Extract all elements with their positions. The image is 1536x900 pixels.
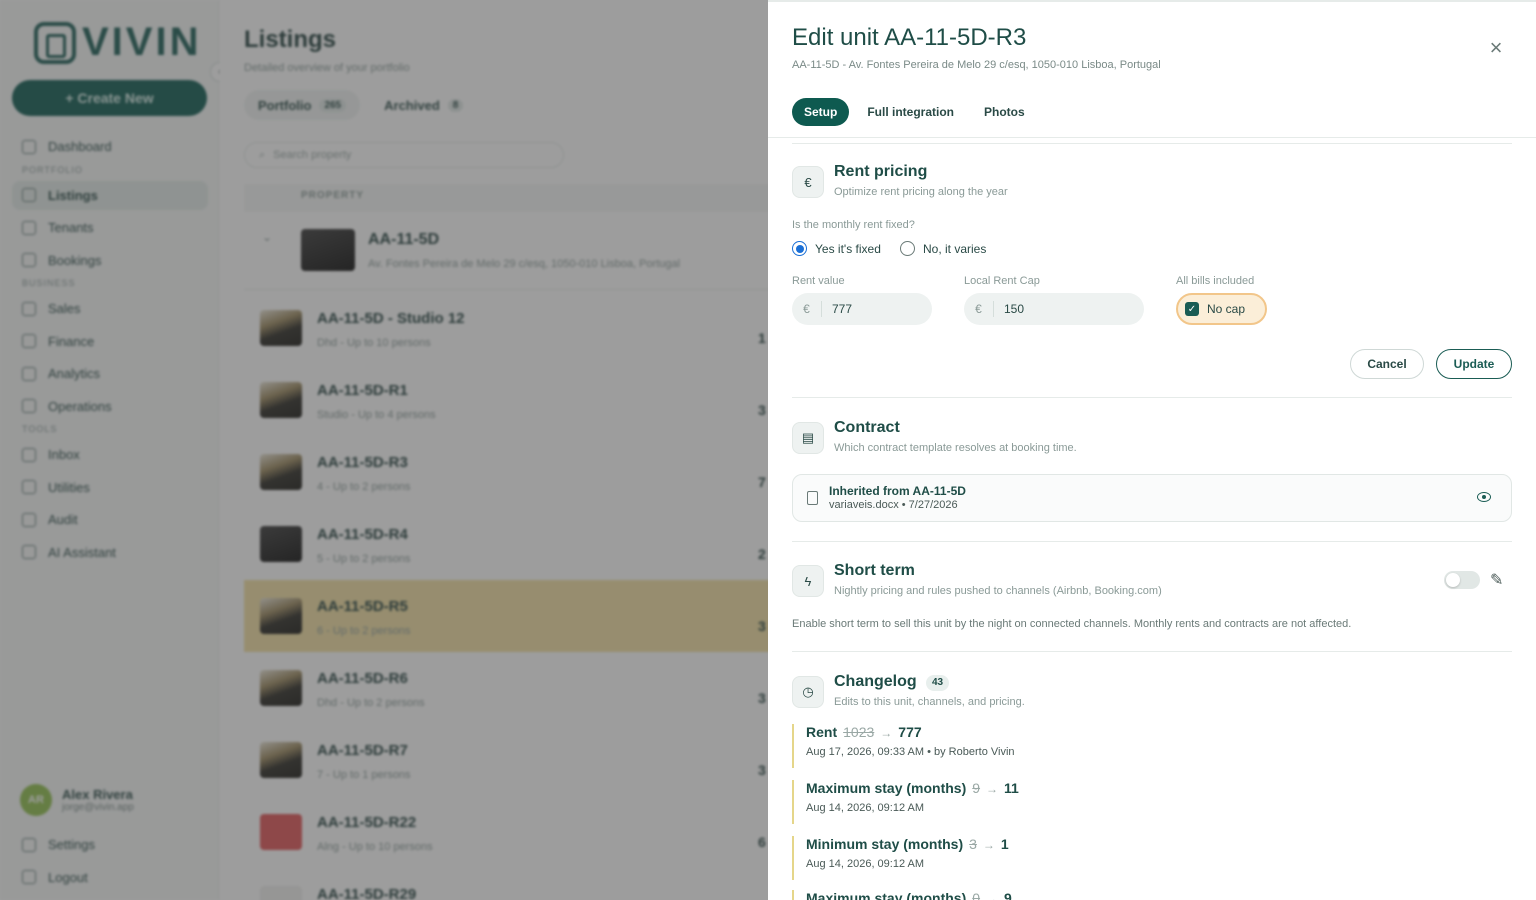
edit-unit-panel: Edit unit AA-11-5D-R3 AA-11-5D - Av. Fon… bbox=[768, 0, 1536, 900]
log-meta: Aug 17, 2026, 09:33 AM • by Roberto Vivi… bbox=[806, 746, 1015, 758]
panel-title: Edit unit AA-11-5D-R3 bbox=[792, 24, 1027, 51]
changelog-count-badge: 43 bbox=[926, 675, 950, 691]
changelog-entry: Minimum stay (months) 3 → 1 Aug 14, 2026, 0… bbox=[792, 836, 1512, 880]
lightning-icon: ϟ bbox=[792, 565, 824, 597]
log-old-value: 3 bbox=[969, 836, 977, 852]
log-new-value: 11 bbox=[1004, 780, 1019, 796]
contract-inherited: Inherited from AA-11-5D bbox=[829, 484, 966, 498]
log-new-value: 777 bbox=[898, 724, 922, 740]
log-new-value: 1 bbox=[1000, 836, 1009, 852]
rent-pricing-title: Rent pricing bbox=[834, 163, 928, 180]
changelog-title: Changelog bbox=[834, 673, 917, 690]
log-meta: Aug 14, 2026, 09:12 AM bbox=[806, 802, 925, 814]
log-field: Rent bbox=[806, 724, 838, 740]
log-field: Minimum stay (months) bbox=[806, 836, 964, 852]
short-term-toggle[interactable] bbox=[1444, 571, 1480, 589]
rent-pricing-subtitle: Optimize rent pricing along the year bbox=[834, 186, 1008, 198]
contract-title: Contract bbox=[834, 419, 900, 436]
bills-included-label: All bills included bbox=[1176, 275, 1255, 287]
log-field: Maximum stay (months) bbox=[806, 890, 967, 900]
eye-icon[interactable] bbox=[1477, 492, 1491, 502]
rent-cap-label: Local Rent Cap bbox=[964, 275, 1040, 287]
file-icon bbox=[807, 491, 818, 505]
panel-tabs: Setup Full integration Photos bbox=[792, 98, 1037, 126]
rent-cap-value: 150 bbox=[1004, 302, 1025, 316]
changelog-entry: Rent 1023 → 777 Aug 17, 2026, 09:33 AM • by… bbox=[792, 724, 1512, 768]
log-new-value: 9 bbox=[1004, 890, 1012, 900]
log-old-value: 9 bbox=[972, 780, 981, 796]
no-cap-label: No cap bbox=[1207, 302, 1246, 316]
arrow-right-icon: → bbox=[880, 726, 893, 740]
arrow-right-icon: → bbox=[986, 892, 999, 900]
arrow-right-icon: → bbox=[986, 782, 999, 796]
panel-subtitle: AA-11-5D - Av. Fontes Pereira de Melo 29… bbox=[792, 59, 1161, 71]
divider bbox=[792, 143, 1512, 144]
radio-varies[interactable]: No, it varies bbox=[900, 241, 986, 256]
currency-prefix: € bbox=[792, 301, 822, 317]
changelog-subtitle: Edits to this unit, channels, and pricin… bbox=[834, 696, 1025, 708]
rent-value: 777 bbox=[832, 302, 853, 316]
tab-setup[interactable]: Setup bbox=[792, 98, 850, 126]
rent-value-label: Rent value bbox=[792, 275, 845, 287]
divider bbox=[792, 397, 1512, 398]
changelog-entry: Maximum stay (months) 9 → 11 Aug 14, 2026, … bbox=[792, 780, 1512, 824]
contract-template-card: Inherited from AA-11-5D variaveis.docx •… bbox=[792, 474, 1512, 522]
log-old-value: 0 bbox=[972, 890, 981, 900]
radio-fixed[interactable]: Yes it's fixed bbox=[792, 241, 881, 256]
document-icon: ▤ bbox=[792, 422, 824, 454]
pencil-icon[interactable]: ✎ bbox=[1490, 570, 1503, 590]
changelog-entry: Maximum stay (months) 0 → 9 bbox=[792, 890, 1512, 900]
clock-icon: ◷ bbox=[792, 676, 824, 708]
tab-photos[interactable]: Photos bbox=[972, 98, 1037, 126]
cancel-button[interactable]: Cancel bbox=[1350, 349, 1424, 379]
radio-varies-label: No, it varies bbox=[923, 241, 987, 256]
log-old-value: 1023 bbox=[843, 724, 875, 740]
radio-selected-icon bbox=[792, 241, 807, 256]
euro-icon: € bbox=[792, 166, 824, 198]
rent-cap-input[interactable]: €150 bbox=[964, 293, 1144, 325]
radio-empty-icon bbox=[900, 241, 915, 256]
contract-subtitle: Which contract template resolves at book… bbox=[834, 442, 1077, 454]
currency-prefix: € bbox=[964, 301, 994, 317]
divider bbox=[792, 651, 1512, 652]
close-icon[interactable]: × bbox=[1486, 37, 1506, 59]
checkmark-icon: ✓ bbox=[1185, 302, 1199, 316]
radio-fixed-label: Yes it's fixed bbox=[815, 241, 881, 256]
fixed-rent-question: Is the monthly rent fixed? bbox=[792, 219, 915, 231]
log-field: Maximum stay (months) bbox=[806, 780, 967, 796]
contract-file: variaveis.docx • 7/27/2026 bbox=[829, 499, 958, 511]
tab-full-integration[interactable]: Full integration bbox=[855, 98, 966, 126]
log-meta: Aug 14, 2026, 09:12 AM bbox=[806, 858, 925, 870]
no-cap-checkbox[interactable]: ✓ No cap bbox=[1176, 293, 1267, 325]
short-term-description: Enable short term to sell this unit by t… bbox=[792, 618, 1352, 630]
arrow-right-icon: → bbox=[982, 838, 995, 852]
update-button[interactable]: Update bbox=[1436, 349, 1512, 379]
short-term-subtitle: Nightly pricing and rules pushed to chan… bbox=[834, 585, 1162, 597]
divider bbox=[792, 541, 1512, 542]
divider bbox=[768, 137, 1536, 138]
rent-value-input[interactable]: €777 bbox=[792, 293, 932, 325]
short-term-title: Short term bbox=[834, 562, 915, 579]
